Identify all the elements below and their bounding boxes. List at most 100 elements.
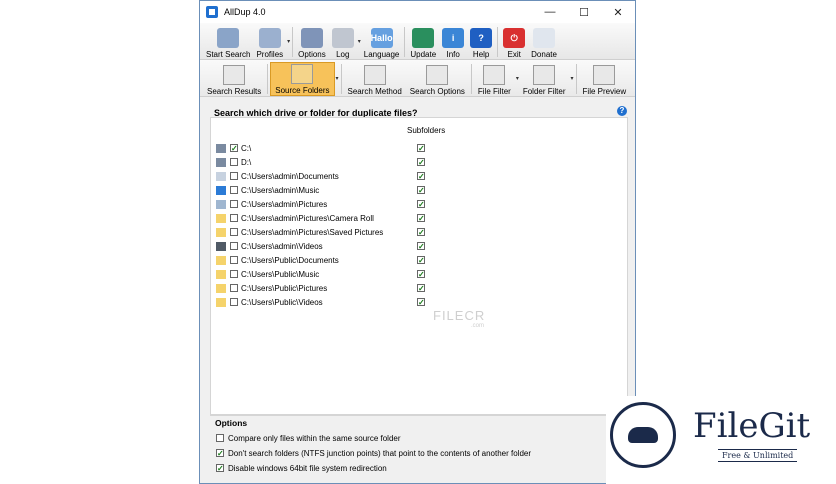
section-tabs: Search Results Source Folders ▾ Search Meth… [200,60,635,97]
tab-search-options[interactable]: Search Options [406,62,469,96]
exit-label: Exit [507,50,521,59]
folder-path: C:\Users\admin\Pictures\Saved Pictures [241,227,384,237]
folder-checkbox[interactable] [230,172,238,180]
watermark-text: FILECR [433,308,486,323]
folder-row: C:\Users\admin\Music [211,183,627,197]
folder-path: C:\Users\Public\Documents [241,255,339,265]
donate-button[interactable]: Donate [528,25,560,59]
options-button[interactable]: Options [295,25,329,59]
option-checkbox[interactable] [216,449,224,457]
tab-source-folders-label: Source Folders [275,86,330,95]
folder-checkbox[interactable] [230,270,238,278]
profiles-button[interactable]: Profiles [253,25,286,59]
minimize-button[interactable]: — [533,1,567,23]
dropdown-arrow-icon[interactable]: ▾ [287,38,290,45]
tab-source-folders[interactable]: Source Folders [270,62,335,96]
help-icon[interactable]: ? [617,106,627,116]
folder-checkbox[interactable] [230,158,238,166]
folder-checkbox[interactable] [230,186,238,194]
folder-checkbox[interactable] [230,144,238,152]
tab-file-filter-label: File Filter [477,87,511,96]
drive-icon [216,143,226,153]
update-button[interactable]: Update [407,25,439,59]
log-button[interactable]: Log [329,25,357,59]
folder-icon [216,269,226,279]
app-icon [206,6,218,18]
folder-row: C:\Users\admin\Videos [211,239,627,253]
exit-button[interactable]: ⏻ Exit [500,25,528,59]
info-icon: i [442,28,465,48]
folder-row: C:\Users\admin\Pictures [211,197,627,211]
watermark-subtext: .com [471,323,485,329]
subfolders-checkbox[interactable] [417,270,425,278]
source-folders-panel: Search which drive or folder for duplica… [204,101,631,478]
help-icon: ? [470,28,493,48]
subfolders-checkbox[interactable] [417,214,425,222]
option-label: Disable windows 64bit file system redire… [228,463,387,473]
subfolders-checkbox[interactable] [417,256,425,264]
subfolders-checkbox[interactable] [417,228,425,236]
search-options-icon [426,65,449,85]
language-button[interactable]: Hallo Language [361,25,403,59]
option-item[interactable]: Disable windows 64bit file system redire… [216,462,387,474]
globe-icon [412,28,435,48]
filegit-badge: FileGit Free & Unlimited [606,396,836,484]
options-section: Options Compare only files within the sa… [210,415,626,478]
file-preview-icon [593,65,616,85]
language-label: Language [363,50,400,59]
option-checkbox[interactable] [216,434,224,442]
log-icon [331,28,354,48]
folder-row: C:\Users\Public\Documents [211,253,627,267]
folder-row: C:\Users\Public\Videos [211,295,627,309]
folder-checkbox[interactable] [230,284,238,292]
subfolders-header: Subfolders [407,126,446,135]
language-icon: Hallo [370,28,393,48]
info-button[interactable]: i Info [439,25,467,59]
file-filter-icon [483,65,506,85]
app-window: AllDup 4.0 — ☐ ✕ Start Search Profiles ▾ Op… [199,0,636,484]
subfolders-checkbox[interactable] [417,200,425,208]
subfolders-checkbox[interactable] [417,158,425,166]
folder-path: C:\Users\Public\Videos [241,297,323,307]
folder-checkbox[interactable] [230,200,238,208]
folder-checkbox[interactable] [230,298,238,306]
folder-row: C:\Users\Public\Pictures [211,281,627,295]
option-item[interactable]: Don't search folders (NTFS junction poin… [216,447,531,459]
folder-checkbox[interactable] [230,214,238,222]
folder-path: C:\Users\admin\Music [241,185,320,195]
folder-icon [216,283,226,293]
help-button[interactable]: ? Help [467,25,495,59]
tab-search-method[interactable]: Search Method [344,62,406,96]
subfolders-checkbox[interactable] [417,242,425,250]
dropdown-arrow-icon[interactable]: ▾ [571,75,574,82]
subfolders-checkbox[interactable] [417,186,425,194]
folder-row: C:\ [211,141,627,155]
main-toolbar: Start Search Profiles ▾ Options Log ▾ Hallo Lan… [200,23,635,60]
folder-checkbox[interactable] [230,228,238,236]
tab-folder-filter[interactable]: Folder Filter [519,62,570,96]
dropdown-arrow-icon[interactable]: ▾ [336,75,339,82]
folder-checkbox[interactable] [230,256,238,264]
tab-file-preview[interactable]: File Preview [579,62,631,96]
pictures-icon [216,199,226,209]
option-checkbox[interactable] [216,464,224,472]
subfolders-checkbox[interactable] [417,284,425,292]
close-button[interactable]: ✕ [601,1,635,23]
folder-icon [216,213,226,223]
subfolders-checkbox[interactable] [417,144,425,152]
filegit-logo-icon [610,402,676,468]
maximize-button[interactable]: ☐ [567,1,601,23]
tab-file-filter[interactable]: File Filter [474,62,515,96]
start-search-button[interactable]: Start Search [203,25,253,59]
log-label: Log [336,50,350,59]
magnifier-icon [217,28,240,48]
update-label: Update [410,50,437,59]
option-item[interactable]: Compare only files within the same sourc… [216,432,401,444]
tab-search-results[interactable]: Search Results [203,62,265,96]
folder-checkbox[interactable] [230,242,238,250]
options-label: Options [298,50,326,59]
subfolders-checkbox[interactable] [417,298,425,306]
folder-path: C:\Users\admin\Pictures\Camera Roll [241,213,374,223]
toolbar-separator [292,27,294,57]
subfolders-checkbox[interactable] [417,172,425,180]
